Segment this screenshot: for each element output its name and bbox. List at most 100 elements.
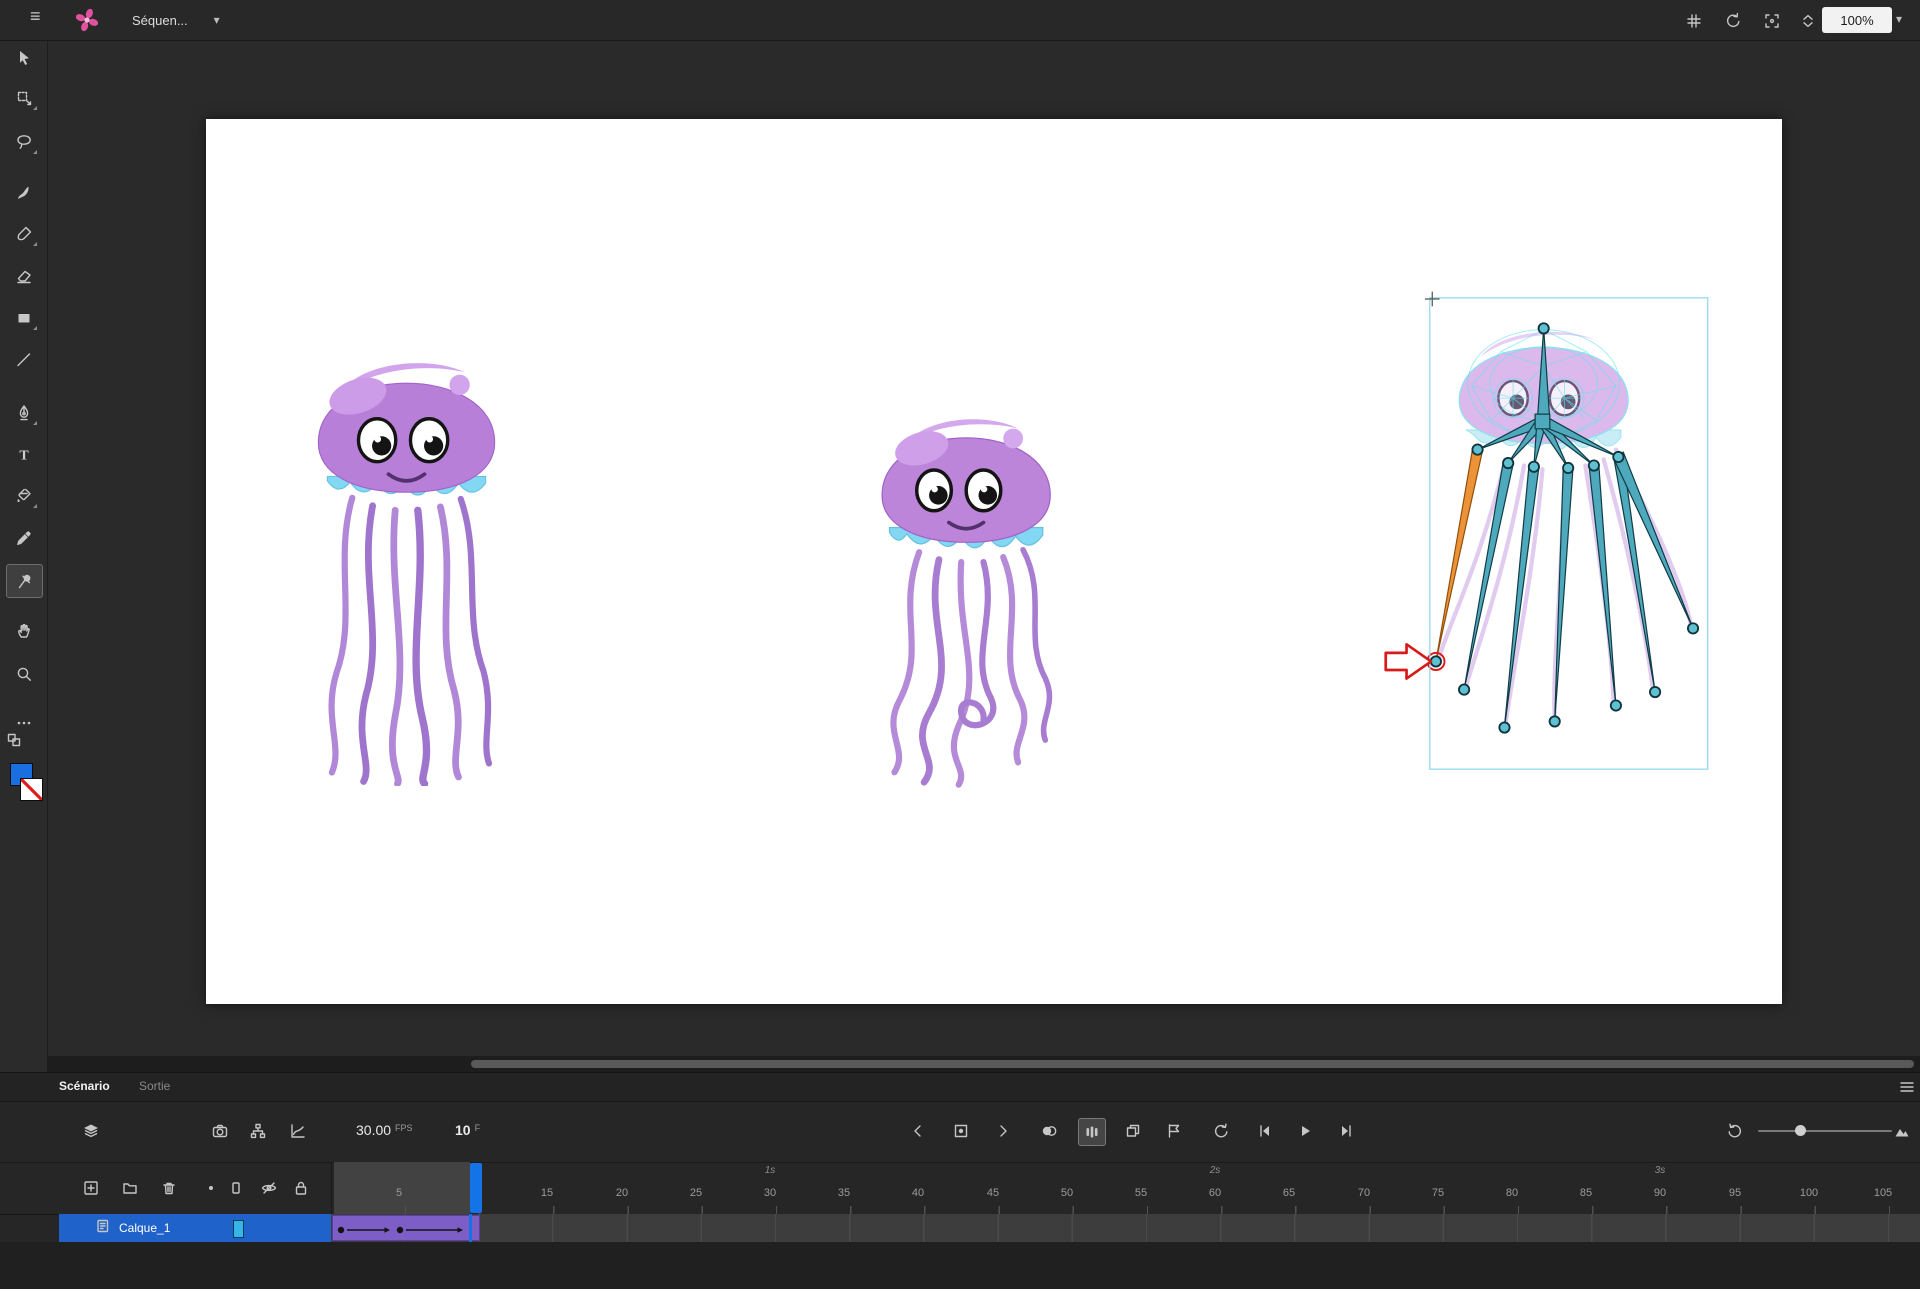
current-frame-value: 10 (455, 1122, 471, 1138)
tab-output[interactable]: Sortie (139, 1079, 170, 1093)
step-back-icon[interactable] (1252, 1118, 1278, 1144)
ruler-tick-marks (332, 1206, 1920, 1214)
fps-value: 30.00 (356, 1122, 391, 1138)
eraser-tool[interactable] (6, 260, 41, 292)
jellyfish-artwork-middle[interactable] (845, 389, 1117, 797)
hide-all-layers-icon[interactable] (259, 1178, 279, 1198)
scene-flower-icon[interactable] (74, 7, 100, 33)
default-colors-icon[interactable] (6, 732, 22, 753)
rectangle-tool[interactable] (6, 302, 41, 334)
scene-selector[interactable]: Séquen... ▾ (132, 8, 220, 32)
frame-range-flag-icon[interactable] (1161, 1118, 1187, 1144)
slider-knob[interactable] (1795, 1125, 1806, 1136)
reset-timeline-zoom-icon[interactable] (1722, 1118, 1748, 1144)
layer-row-selected[interactable]: Calque_1 (59, 1214, 331, 1242)
panel-menu-icon[interactable] (1898, 1078, 1916, 1101)
lock-all-layers-icon[interactable] (291, 1178, 311, 1198)
paint-bucket-tool[interactable] (6, 480, 41, 512)
highlight-layer-icon[interactable] (201, 1178, 221, 1198)
camera-icon[interactable] (207, 1118, 233, 1144)
onion-skin-range-icon[interactable] (1078, 1118, 1106, 1146)
ruler-tick: 35 (838, 1187, 850, 1199)
motion-tween-span[interactable] (332, 1215, 480, 1241)
frame-rate-display[interactable]: 30.00 FPS (356, 1122, 413, 1138)
playhead-handle[interactable] (470, 1163, 482, 1213)
pen-tool[interactable] (6, 397, 41, 429)
stage-canvas[interactable] (206, 119, 1782, 1004)
play-icon[interactable] (1292, 1118, 1318, 1144)
next-keyframe-icon[interactable] (990, 1118, 1016, 1144)
ruler-tick: 5 (396, 1187, 402, 1199)
previous-keyframe-icon[interactable] (905, 1118, 931, 1144)
onion-skin-icon[interactable] (1036, 1118, 1062, 1144)
stage-grid-icon[interactable] (1681, 8, 1707, 34)
horizontal-scrollbar[interactable] (47, 1056, 1920, 1072)
stroke-color-none-swatch[interactable] (20, 778, 43, 801)
free-transform-tool[interactable] (6, 82, 41, 114)
layer-row-calque-1[interactable]: Calque_1 (0, 1214, 1920, 1242)
seconds-tick: 2s (1210, 1165, 1221, 1176)
outline-column-icon[interactable] (226, 1178, 246, 1198)
timeline-ruler[interactable]: 1s 2s 3s 5 15 20 25 30 35 40 45 50 55 60… (331, 1162, 1920, 1214)
hand-tool[interactable] (6, 615, 41, 647)
loop-playback-icon[interactable] (1208, 1118, 1234, 1144)
cursor-arrow-icon (1386, 644, 1431, 678)
zoom-level-value: 100% (1840, 13, 1873, 28)
ruler-tick: 60 (1209, 1187, 1221, 1199)
advanced-layers-icon[interactable] (245, 1118, 271, 1144)
timeline-header: 1s 2s 3s 5 15 20 25 30 35 40 45 50 55 60… (0, 1162, 1920, 1215)
lasso-tool[interactable] (6, 126, 41, 158)
fluid-brush-tool[interactable] (6, 177, 41, 209)
ruler-tick: 95 (1729, 1187, 1741, 1199)
ruler-tick: 20 (616, 1187, 628, 1199)
new-layer-icon[interactable] (81, 1178, 101, 1198)
flower-icon (74, 7, 100, 33)
bone-tool-selected[interactable] (6, 564, 43, 598)
pasteboard[interactable] (47, 40, 1920, 1072)
zoom-chevron-icon[interactable]: ▾ (1896, 12, 1902, 26)
selection-tool[interactable] (6, 42, 41, 74)
current-frame-unit: F (475, 1123, 481, 1133)
seconds-tick: 3s (1655, 1165, 1666, 1176)
scrollbar-thumb[interactable] (471, 1060, 1914, 1068)
menu-icon[interactable]: ≡ (30, 6, 41, 27)
timeline-empty-area (0, 1242, 1920, 1289)
ruler-tick: 90 (1654, 1187, 1666, 1199)
timeline-panel: Scénario Sortie 30.00 FPS (0, 1072, 1920, 1289)
tab-scenario[interactable]: Scénario (59, 1079, 110, 1093)
zoom-tool[interactable] (6, 658, 41, 690)
zoom-level-select[interactable]: 100% (1822, 7, 1892, 33)
rotate-canvas-icon[interactable] (1720, 8, 1746, 34)
text-tool[interactable]: T (6, 439, 41, 471)
fps-unit: FPS (395, 1123, 413, 1133)
ruler-tick: 70 (1358, 1187, 1370, 1199)
eyedropper-tool[interactable] (6, 522, 41, 554)
layer-frames-track[interactable] (331, 1214, 1920, 1243)
ruler-tick: 50 (1061, 1187, 1073, 1199)
delete-layer-icon[interactable] (159, 1178, 179, 1198)
ruler-tick: 85 (1580, 1187, 1592, 1199)
ruler-tick: 25 (690, 1187, 702, 1199)
line-tool[interactable] (6, 344, 41, 376)
scene-selector-label: Séquen... (132, 13, 188, 28)
jellyfish-rigged-armature[interactable] (1366, 288, 1714, 790)
jellyfish-artwork-left[interactable] (288, 334, 525, 786)
insert-keyframe-icon[interactable] (948, 1118, 974, 1144)
new-folder-icon[interactable] (120, 1178, 140, 1198)
timeline-zoom-slider[interactable] (1758, 1130, 1892, 1132)
classic-brush-tool[interactable] (6, 218, 41, 250)
graph-editor-icon[interactable] (285, 1118, 311, 1144)
frame-view-size-icon[interactable] (1889, 1118, 1915, 1144)
layers-panel-icon[interactable] (78, 1118, 104, 1144)
layer-page-icon (95, 1218, 111, 1239)
keyframe-markers (333, 1216, 481, 1242)
tentacles (332, 498, 489, 784)
current-frame-display[interactable]: 10 F (455, 1122, 480, 1138)
tools-panel: T (0, 40, 48, 1072)
clip-content-icon[interactable] (1759, 8, 1785, 34)
zoom-stepper-icon[interactable] (1795, 8, 1821, 34)
edit-multiple-frames-icon[interactable] (1120, 1118, 1146, 1144)
ruler-tick: 100 (1800, 1187, 1818, 1199)
step-forward-icon[interactable] (1333, 1118, 1359, 1144)
layer-outline-color-chip[interactable] (233, 1220, 244, 1238)
